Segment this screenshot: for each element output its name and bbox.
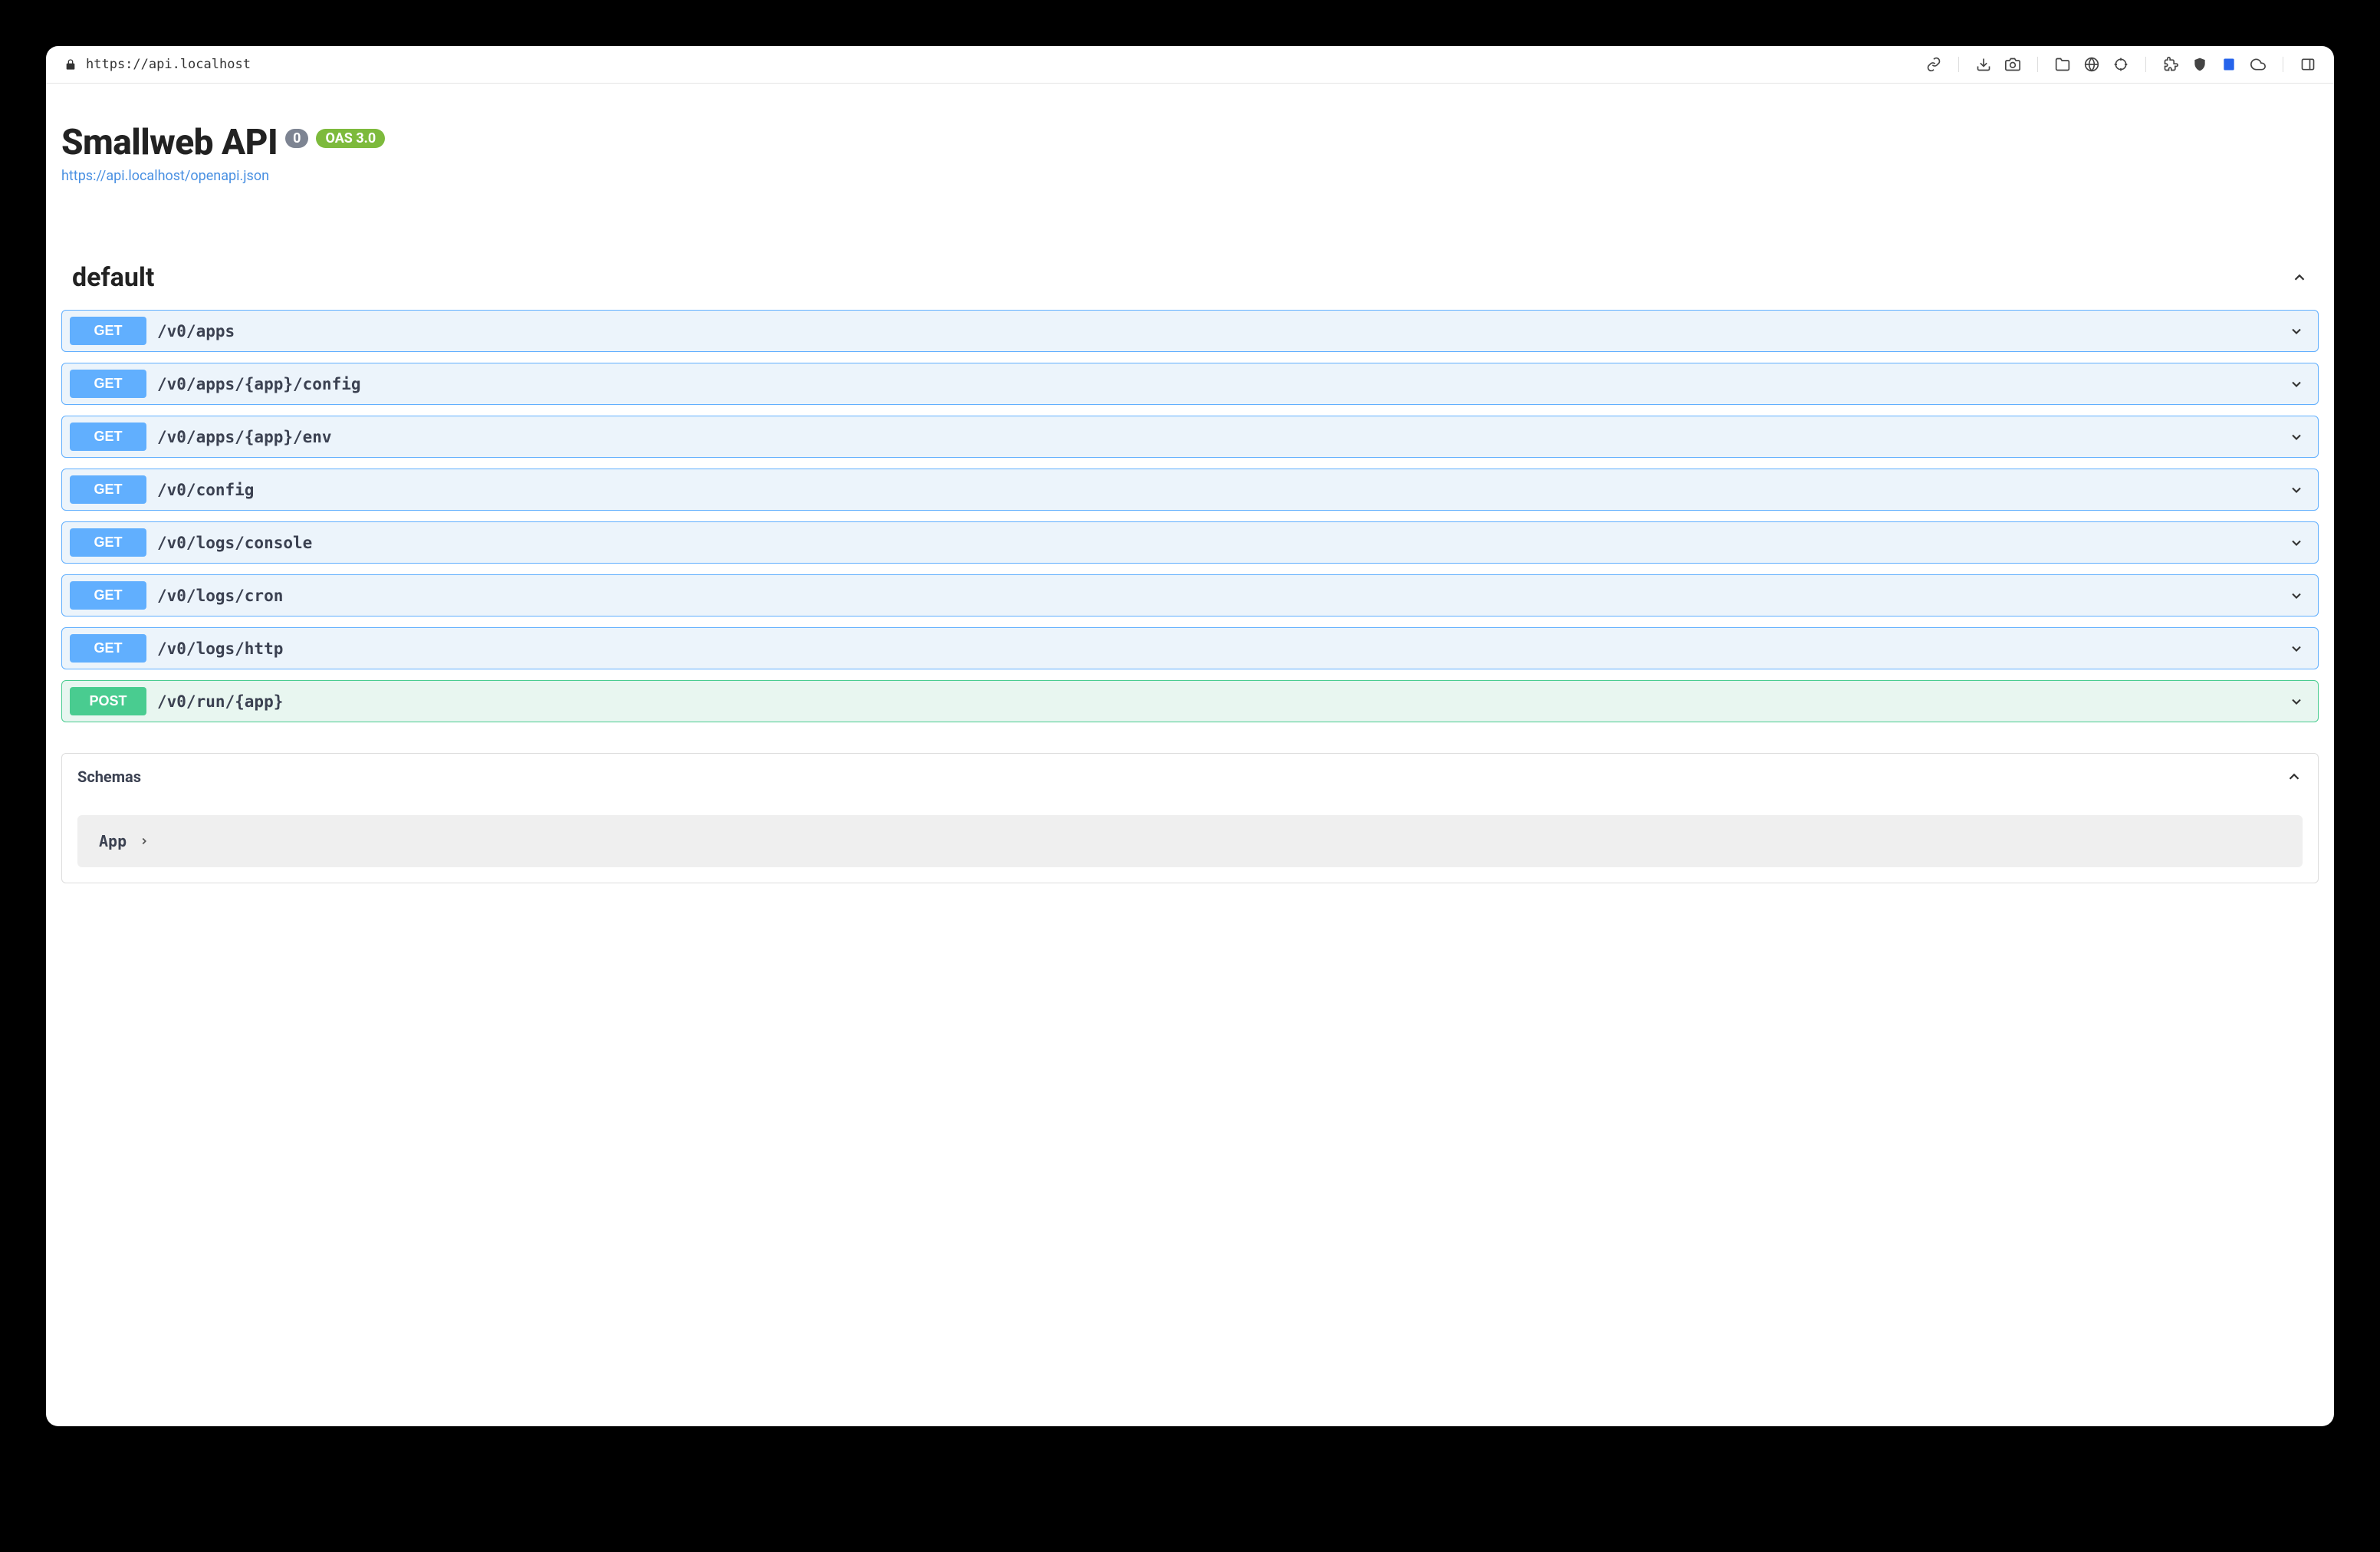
separator bbox=[2037, 57, 2038, 72]
operation-row[interactable]: GET/v0/apps/{app}/env bbox=[61, 416, 2319, 458]
chevron-down-icon bbox=[2289, 694, 2304, 709]
chevron-down-icon bbox=[2289, 376, 2304, 392]
schema-name: App bbox=[99, 832, 127, 850]
shield-icon[interactable] bbox=[2192, 57, 2207, 72]
chevron-down-icon bbox=[2289, 641, 2304, 656]
operation-row[interactable]: GET/v0/config bbox=[61, 469, 2319, 511]
method-badge: POST bbox=[70, 687, 146, 715]
operation-path: /v0/run/{app} bbox=[157, 692, 2278, 711]
method-badge: GET bbox=[70, 634, 146, 663]
method-badge: GET bbox=[70, 370, 146, 398]
lock-icon bbox=[64, 58, 77, 71]
browser-window: https://api.localhost Smallweb API 0 OAS… bbox=[46, 46, 2334, 1426]
puzzle-icon[interactable] bbox=[2163, 57, 2178, 72]
schemas-body: App bbox=[62, 800, 2318, 883]
operations-list: GET/v0/appsGET/v0/apps/{app}/configGET/v… bbox=[61, 310, 2319, 722]
schemas-header[interactable]: Schemas bbox=[62, 754, 2318, 800]
bookmark-icon[interactable] bbox=[2221, 57, 2237, 72]
chevron-down-icon bbox=[2289, 482, 2304, 498]
operation-row[interactable]: GET/v0/apps bbox=[61, 310, 2319, 352]
operation-path: /v0/logs/cron bbox=[157, 587, 2278, 605]
tag-name: default bbox=[72, 262, 154, 293]
folder-icon[interactable] bbox=[2055, 57, 2070, 72]
operation-path: /v0/apps/{app}/env bbox=[157, 428, 2278, 446]
url-text[interactable]: https://api.localhost bbox=[86, 57, 1917, 72]
separator bbox=[2145, 57, 2146, 72]
api-header: Smallweb API 0 OAS 3.0 bbox=[61, 122, 2319, 163]
operation-row[interactable]: GET/v0/apps/{app}/config bbox=[61, 363, 2319, 405]
globe-icon[interactable] bbox=[2084, 57, 2099, 72]
method-badge: GET bbox=[70, 475, 146, 504]
method-badge: GET bbox=[70, 528, 146, 557]
chevron-right-icon bbox=[139, 836, 150, 847]
toolbar-icons bbox=[1926, 57, 2316, 72]
operation-path: /v0/logs/console bbox=[157, 534, 2278, 552]
operation-path: /v0/apps/{app}/config bbox=[157, 375, 2278, 393]
camera-icon[interactable] bbox=[2005, 57, 2020, 72]
chevron-down-icon bbox=[2289, 535, 2304, 551]
method-badge: GET bbox=[70, 581, 146, 610]
address-bar: https://api.localhost bbox=[46, 46, 2334, 84]
version-badge: 0 bbox=[285, 129, 308, 148]
operation-row[interactable]: GET/v0/logs/console bbox=[61, 521, 2319, 564]
schemas-section: Schemas App bbox=[61, 753, 2319, 883]
operation-path: /v0/config bbox=[157, 481, 2278, 499]
target-icon[interactable] bbox=[2113, 57, 2129, 72]
chevron-down-icon bbox=[2289, 324, 2304, 339]
chevron-up-icon bbox=[2286, 768, 2303, 785]
chevron-down-icon bbox=[2289, 588, 2304, 603]
separator bbox=[1958, 57, 1959, 72]
openapi-spec-link[interactable]: https://api.localhost/openapi.json bbox=[61, 168, 269, 184]
download-icon[interactable] bbox=[1976, 57, 1991, 72]
operation-path: /v0/logs/http bbox=[157, 640, 2278, 658]
api-title: Smallweb API bbox=[61, 122, 278, 163]
oas-badge: OAS 3.0 bbox=[316, 129, 385, 148]
operation-row[interactable]: POST/v0/run/{app} bbox=[61, 680, 2319, 722]
operation-row[interactable]: GET/v0/logs/cron bbox=[61, 574, 2319, 617]
panel-icon[interactable] bbox=[2300, 57, 2316, 72]
schema-item[interactable]: App bbox=[77, 815, 2303, 867]
operation-path: /v0/apps bbox=[157, 322, 2278, 340]
method-badge: GET bbox=[70, 423, 146, 451]
link-icon[interactable] bbox=[1926, 57, 1941, 72]
chevron-up-icon bbox=[2291, 269, 2308, 286]
chevron-down-icon bbox=[2289, 429, 2304, 445]
operation-row[interactable]: GET/v0/logs/http bbox=[61, 627, 2319, 669]
cloud-icon[interactable] bbox=[2250, 57, 2266, 72]
tag-section-header[interactable]: default bbox=[61, 253, 2319, 302]
method-badge: GET bbox=[70, 317, 146, 345]
schemas-title: Schemas bbox=[77, 768, 141, 786]
page-content: Smallweb API 0 OAS 3.0 https://api.local… bbox=[46, 84, 2334, 899]
